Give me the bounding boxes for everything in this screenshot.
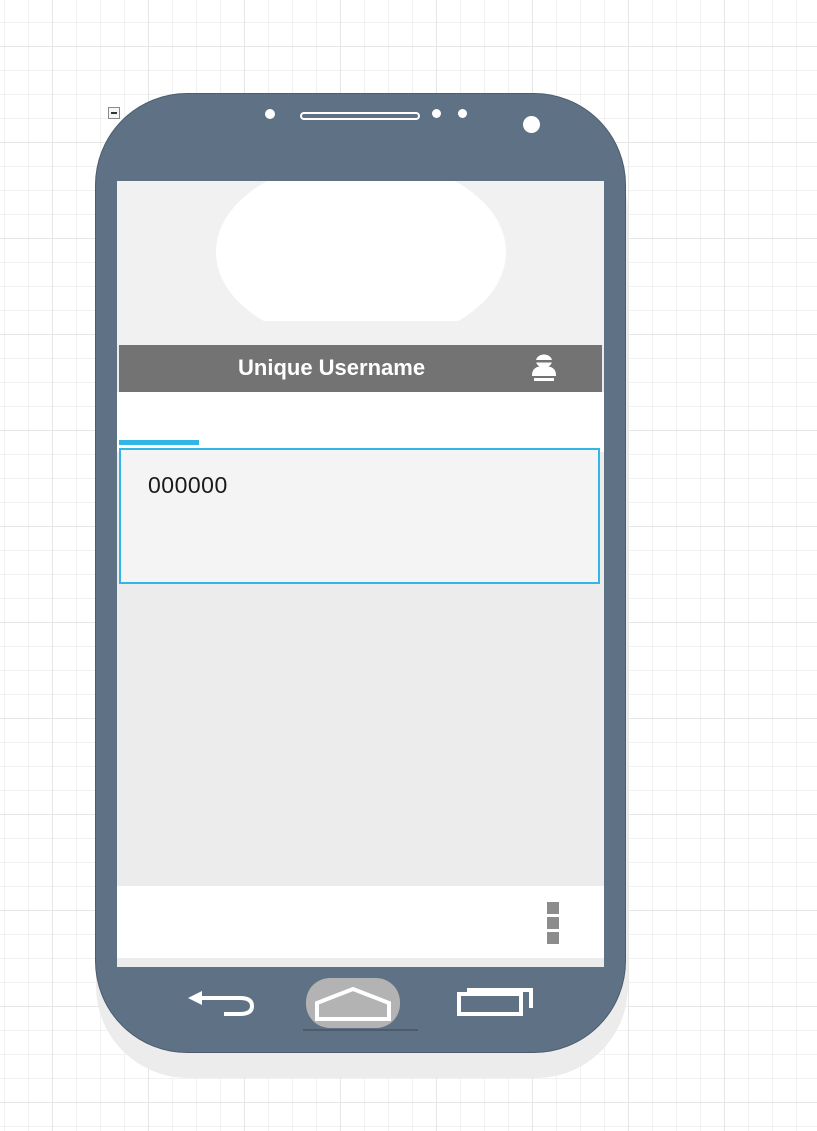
bottom-action-bar [117,886,604,958]
header-image [117,181,604,351]
tab-indicator [119,440,199,445]
title-bar: Unique Username [119,345,602,392]
code-value: 000000 [148,472,228,498]
phone-screen: Unique Username 000000 [117,181,604,967]
sensor-dot-left [265,109,275,119]
home-icon[interactable] [303,975,418,1031]
recent-apps-icon[interactable] [453,984,537,1018]
sensor-dot-right [458,109,467,118]
speaker-grille [300,112,420,120]
code-input[interactable]: 000000 [119,448,600,584]
sensor-dot-mid [432,109,441,118]
collapse-icon[interactable] [108,107,120,119]
user-icon[interactable] [527,349,561,383]
back-icon[interactable] [184,982,260,1022]
page-title: Unique Username [238,355,426,380]
overflow-menu-icon[interactable] [547,902,559,944]
front-camera [523,116,540,133]
